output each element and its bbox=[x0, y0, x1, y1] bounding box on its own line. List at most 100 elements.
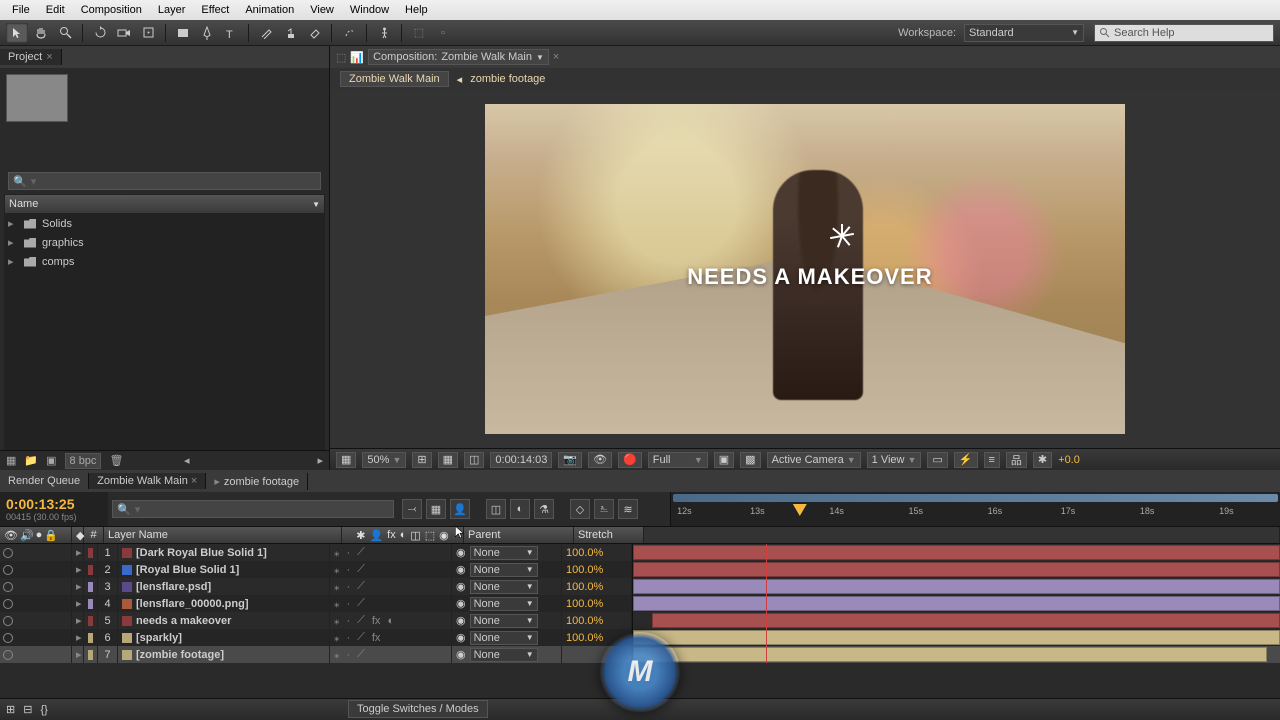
layer-track[interactable] bbox=[632, 544, 1280, 561]
eraser-tool[interactable] bbox=[303, 23, 325, 43]
parent-select[interactable]: None▼ bbox=[470, 563, 538, 577]
parent-select[interactable]: None▼ bbox=[470, 597, 538, 611]
shy-switch[interactable]: ⁎ bbox=[334, 546, 340, 559]
always-preview-icon[interactable]: ▦ bbox=[336, 452, 356, 468]
layer-name[interactable]: [lensflare_00000.png] bbox=[118, 595, 330, 612]
twirl-icon[interactable]: ▸ bbox=[76, 580, 82, 593]
layer-track[interactable] bbox=[632, 578, 1280, 595]
channel-icon[interactable]: 🔴 bbox=[618, 452, 642, 468]
folder-solids[interactable]: ▸Solids bbox=[4, 214, 325, 233]
graph-editor-icon[interactable]: ⎁ bbox=[594, 499, 614, 519]
layer-name[interactable]: needs a makeover bbox=[118, 612, 330, 629]
visibility-toggle[interactable] bbox=[3, 565, 13, 575]
expand-icon[interactable]: ⊞ bbox=[6, 703, 15, 716]
twirl-icon[interactable]: ▸ bbox=[76, 546, 82, 559]
draft-3d-icon[interactable]: ▦ bbox=[426, 499, 446, 519]
comp-tab-main[interactable]: Composition: Zombie Walk Main ▼ bbox=[368, 49, 549, 65]
zoom-tool[interactable] bbox=[54, 23, 76, 43]
view-layout-select[interactable]: 1 View▼ bbox=[867, 452, 922, 468]
current-time-indicator[interactable] bbox=[793, 504, 807, 516]
visibility-toggle[interactable] bbox=[3, 582, 13, 592]
text-tool[interactable]: T bbox=[220, 23, 242, 43]
layer-row-4[interactable]: ▸ 4 [lensflare_00000.png] ⁎·⟋ ◉ None▼ 10… bbox=[0, 595, 1280, 612]
pen-tool[interactable] bbox=[196, 23, 218, 43]
menu-help[interactable]: Help bbox=[397, 2, 436, 18]
pickwhip-icon[interactable]: ◉ bbox=[456, 648, 466, 661]
puppet-tool[interactable] bbox=[373, 23, 395, 43]
timeline-search-input[interactable]: 🔍▾ bbox=[112, 500, 394, 518]
grid-icon[interactable]: ▦ bbox=[438, 452, 458, 468]
pickwhip-icon[interactable]: ◉ bbox=[456, 631, 466, 644]
twirl-icon[interactable]: ▸ bbox=[76, 614, 82, 627]
tab-render-queue[interactable]: Render Queue bbox=[0, 473, 89, 489]
frame-blend-icon[interactable]: ◫ bbox=[486, 499, 506, 519]
comp-nesting-icon[interactable]: ⬚ bbox=[336, 51, 346, 64]
menu-file[interactable]: File bbox=[4, 2, 38, 18]
parent-select[interactable]: None▼ bbox=[470, 648, 538, 662]
hand-tool[interactable] bbox=[30, 23, 52, 43]
visibility-toggle[interactable] bbox=[3, 616, 13, 626]
layer-name[interactable]: [lensflare.psd] bbox=[118, 578, 330, 595]
shy-switch[interactable]: ⁎ bbox=[334, 648, 340, 661]
current-time[interactable]: 0:00:14:03 bbox=[490, 452, 552, 468]
flow-main[interactable]: Zombie Walk Main bbox=[340, 71, 449, 87]
brush-tool[interactable] bbox=[255, 23, 277, 43]
stretch-value[interactable]: 100.0% bbox=[566, 581, 603, 593]
toggle-switches-button[interactable]: Toggle Switches / Modes bbox=[348, 700, 488, 718]
fx-switch[interactable]: fx bbox=[372, 632, 381, 644]
timeline-ruler[interactable]: 12s 13s 14s 15s 16s 17s 18s 19s bbox=[670, 492, 1280, 526]
shy-switch[interactable]: ⁎ bbox=[334, 563, 340, 576]
comp-mini-flowchart-icon[interactable]: ⤙ bbox=[402, 499, 422, 519]
stretch-value[interactable]: 100.0% bbox=[566, 632, 603, 644]
shy-switch[interactable]: ⁎ bbox=[334, 597, 340, 610]
close-icon[interactable]: × bbox=[191, 475, 197, 487]
label-color[interactable] bbox=[88, 633, 93, 643]
pickwhip-icon[interactable]: ◉ bbox=[456, 597, 466, 610]
fx-switch[interactable]: fx bbox=[372, 615, 381, 627]
layer-bar[interactable] bbox=[652, 613, 1280, 628]
camera-tool[interactable] bbox=[113, 23, 135, 43]
close-icon[interactable]: × bbox=[46, 51, 52, 63]
pickwhip-icon[interactable]: ◉ bbox=[456, 546, 466, 559]
project-search-input[interactable]: 🔍▾ bbox=[8, 172, 321, 190]
menu-view[interactable]: View bbox=[302, 2, 342, 18]
layer-bar[interactable] bbox=[633, 562, 1280, 577]
comp-flowchart-icon[interactable]: 📊 bbox=[350, 51, 364, 64]
camera-select[interactable]: Active Camera▼ bbox=[767, 452, 861, 468]
layer-track[interactable] bbox=[632, 629, 1280, 646]
graph-editor-toggle[interactable]: ≋ bbox=[618, 499, 638, 519]
timeline-timecode[interactable]: 0:00:13:25 00415 (30.00 fps) bbox=[0, 492, 108, 526]
label-color[interactable] bbox=[88, 548, 93, 558]
expand-icon-2[interactable]: ⊟ bbox=[23, 703, 32, 716]
menu-effect[interactable]: Effect bbox=[193, 2, 237, 18]
menu-animation[interactable]: Animation bbox=[237, 2, 302, 18]
layer-bar[interactable] bbox=[633, 579, 1280, 594]
project-column-header[interactable]: Name▼ bbox=[4, 194, 325, 214]
comp-flowchart-btn[interactable]: 品 bbox=[1006, 452, 1027, 468]
pickwhip-icon[interactable]: ◉ bbox=[456, 614, 466, 627]
brainstorm-icon[interactable]: ⚗ bbox=[534, 499, 554, 519]
label-color[interactable] bbox=[88, 565, 93, 575]
stretch-value[interactable]: 100.0% bbox=[566, 615, 603, 627]
show-snapshot-icon[interactable]: 👁 bbox=[588, 452, 612, 468]
layer-track[interactable] bbox=[632, 612, 1280, 629]
composition-viewer[interactable]: NEEDS A MAKEOVER bbox=[330, 90, 1280, 448]
mask-toggle-icon[interactable]: ◫ bbox=[464, 452, 484, 468]
layer-track[interactable] bbox=[632, 595, 1280, 612]
twirl-icon[interactable]: ▸ bbox=[76, 597, 82, 610]
next-frame-icon[interactable]: ▸ bbox=[317, 454, 323, 467]
parent-select[interactable]: None▼ bbox=[470, 614, 538, 628]
roi-icon[interactable]: ▣ bbox=[714, 452, 734, 468]
search-help-input[interactable]: Search Help bbox=[1094, 24, 1274, 42]
menu-window[interactable]: Window bbox=[342, 2, 397, 18]
roto-brush-tool[interactable] bbox=[338, 23, 360, 43]
new-comp-icon[interactable]: ▣ bbox=[46, 454, 56, 467]
timeline-icon[interactable]: ≡ bbox=[984, 452, 1000, 468]
twirl-icon[interactable]: ▸ bbox=[76, 648, 82, 661]
layer-name[interactable]: [Dark Royal Blue Solid 1] bbox=[118, 544, 330, 561]
rotation-tool[interactable] bbox=[89, 23, 111, 43]
layer-name[interactable]: [sparkly] bbox=[118, 629, 330, 646]
pan-behind-tool[interactable] bbox=[137, 23, 159, 43]
close-icon[interactable]: × bbox=[553, 51, 559, 63]
shy-switch[interactable]: ⁎ bbox=[334, 631, 340, 644]
